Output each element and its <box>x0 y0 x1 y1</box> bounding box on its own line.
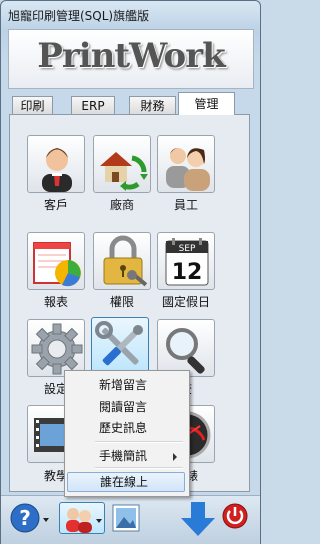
tab-management[interactable]: 管理 <box>178 92 235 115</box>
menu-item-sms-label: 手機簡訊 <box>99 449 148 463</box>
vendor-house-icon <box>100 152 148 191</box>
svg-text:?: ? <box>19 506 31 530</box>
padlock-key-icon <box>103 235 148 287</box>
menu-item-new-message[interactable]: 新增留言 <box>67 375 185 395</box>
holiday-button[interactable]: SEP 12 <box>157 232 215 290</box>
app-window: 旭寵印刷管理(SQL)旗艦版 PrintWork 印刷 ERP 財務 管理 客戶 <box>0 0 261 544</box>
download-button[interactable] <box>181 502 215 536</box>
employees-icon <box>166 148 210 191</box>
calendar-icon: SEP 12 <box>165 238 209 286</box>
customer-person-icon <box>42 148 72 192</box>
users-dropdown-icon <box>66 508 102 533</box>
tab-strip: 印刷 ERP 財務 管理 <box>9 92 254 115</box>
settings-button[interactable] <box>27 319 85 377</box>
tile-label-employee: 員工 <box>173 198 198 212</box>
permission-button[interactable] <box>93 232 151 290</box>
tab-print[interactable]: 印刷 <box>12 96 53 114</box>
report-button[interactable] <box>27 232 85 290</box>
tools-button[interactable] <box>91 317 149 373</box>
menu-item-who-is-online[interactable]: 誰在線上 <box>67 472 185 492</box>
users-menu-button[interactable] <box>59 502 105 534</box>
down-arrow-icon <box>181 502 215 536</box>
window-title: 旭寵印刷管理(SQL)旗艦版 <box>8 9 150 23</box>
help-button[interactable]: ? <box>9 502 49 534</box>
tile-label-vendor: 廠商 <box>109 198 134 212</box>
tile-label-permission: 權限 <box>109 295 134 309</box>
menu-item-message-history[interactable]: 歷史訊息 <box>67 418 185 438</box>
menu-separator <box>95 467 183 469</box>
tile-label-holiday: 國定假日 <box>161 295 210 309</box>
employee-button[interactable] <box>157 135 215 193</box>
vendor-button[interactable] <box>93 135 151 193</box>
gear-icon <box>31 323 83 375</box>
menu-item-read-message[interactable]: 閱讀留言 <box>67 397 185 417</box>
menu-item-sms[interactable]: 手機簡訊 <box>67 446 185 466</box>
tab-erp[interactable]: ERP <box>71 96 115 114</box>
svg-text:SEP: SEP <box>179 244 196 254</box>
tile-label-customer: 客戶 <box>43 198 68 212</box>
menu-separator <box>95 441 183 443</box>
image-button[interactable] <box>111 502 141 534</box>
magnifier-icon <box>166 328 205 374</box>
report-chart-icon <box>33 242 81 287</box>
power-icon <box>222 503 248 529</box>
logo-banner: PrintWork <box>8 29 254 89</box>
help-question-icon: ? <box>10 503 49 533</box>
picture-icon <box>112 504 140 532</box>
customer-button[interactable] <box>27 135 85 193</box>
bottom-toolbar: ? <box>1 495 260 544</box>
title-bar[interactable]: 旭寵印刷管理(SQL)旗艦版 <box>1 1 260 29</box>
search-button[interactable] <box>157 319 215 377</box>
tile-label-report: 報表 <box>43 295 68 309</box>
printwork-logo: PrintWork <box>37 36 225 76</box>
svg-text:12: 12 <box>172 260 203 285</box>
context-menu: 新增留言 閱讀留言 歷史訊息 手機簡訊 誰在線上 <box>64 370 190 497</box>
power-button[interactable] <box>221 502 251 534</box>
tools-icon <box>95 321 143 366</box>
submenu-arrow-icon <box>173 453 177 461</box>
tab-finance[interactable]: 財務 <box>129 96 176 114</box>
